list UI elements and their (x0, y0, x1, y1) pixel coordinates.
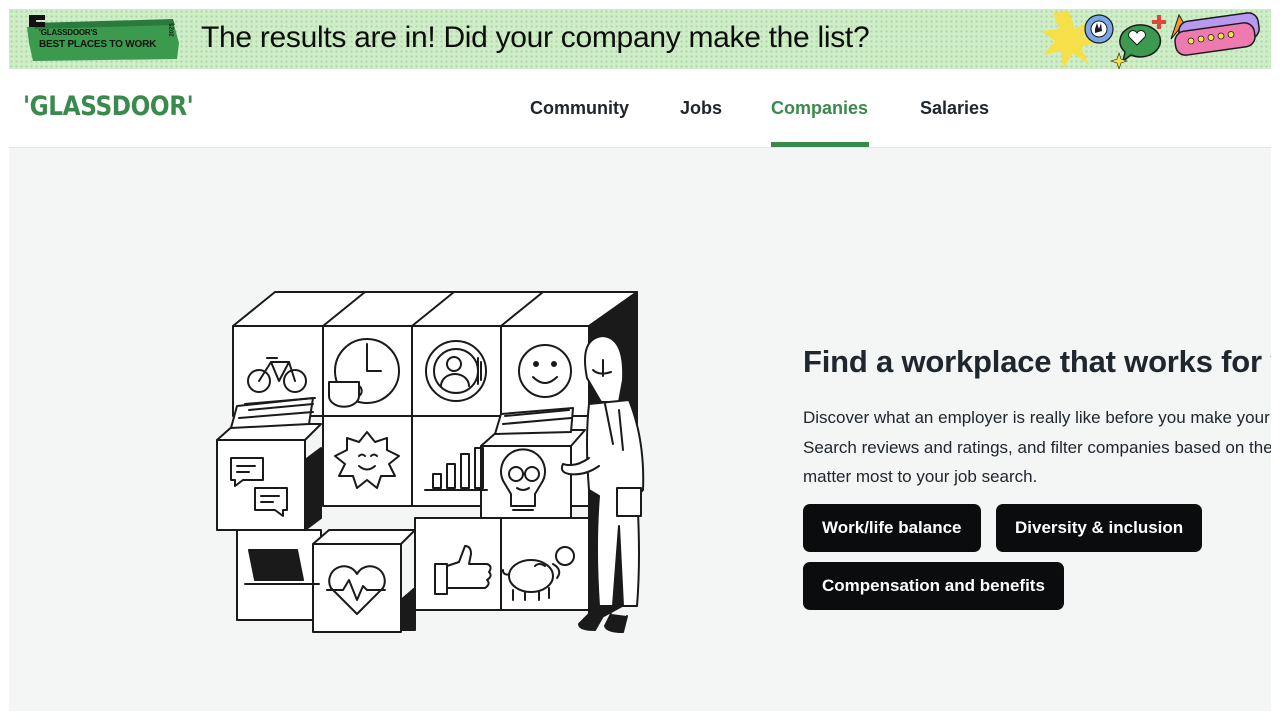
nav-community[interactable]: Community (530, 95, 629, 121)
promo-headline[interactable]: The results are in! Did your company mak… (201, 18, 870, 58)
active-tab-indicator (771, 142, 869, 147)
chip-work-life-balance[interactable]: Work/life balance (803, 504, 981, 552)
badge-line-2: BEST PLACES TO WORK (39, 39, 157, 50)
nav-companies[interactable]: Companies (771, 95, 868, 121)
page-edge-bottom (0, 711, 1280, 719)
best-places-badge: 'GLASSDOOR'S BEST PLACES TO WORK 2025 (23, 13, 183, 65)
coffee-cup-icon (328, 381, 363, 408)
hero-section: Find a workplace that works for you Disc… (9, 148, 1271, 711)
hero-description-line: Search reviews and ratings, and filter c… (803, 437, 1271, 457)
hero-description: Discover what an employer is really like… (803, 403, 1271, 492)
hero-description-line: matter most to your job search. (803, 467, 1038, 486)
badge-line-1: 'GLASSDOOR'S (39, 28, 98, 37)
promo-sticker-art (1041, 9, 1271, 69)
hero-title: Find a workplace that works for you (803, 344, 1271, 379)
page-edge-left (0, 0, 9, 719)
site-header: 'GLASSDOOR' Community Jobs Companies Sal… (9, 69, 1271, 148)
badge-year: 2025 (169, 23, 176, 37)
coin-person-icon (425, 340, 487, 402)
chip-diversity-inclusion[interactable]: Diversity & inclusion (996, 504, 1203, 552)
page-edge-right (1271, 0, 1280, 719)
hero-illustration (209, 278, 659, 658)
nav-salaries[interactable]: Salaries (920, 95, 989, 121)
promo-banner[interactable]: 'GLASSDOOR'S BEST PLACES TO WORK 2025 Th… (9, 9, 1271, 69)
glassdoor-logo[interactable]: 'GLASSDOOR' (23, 91, 194, 122)
chip-compensation-benefits[interactable]: Compensation and benefits (803, 562, 1064, 610)
nav-jobs[interactable]: Jobs (680, 95, 722, 121)
hero-description-line: Discover what an employer is really like… (803, 408, 1271, 427)
